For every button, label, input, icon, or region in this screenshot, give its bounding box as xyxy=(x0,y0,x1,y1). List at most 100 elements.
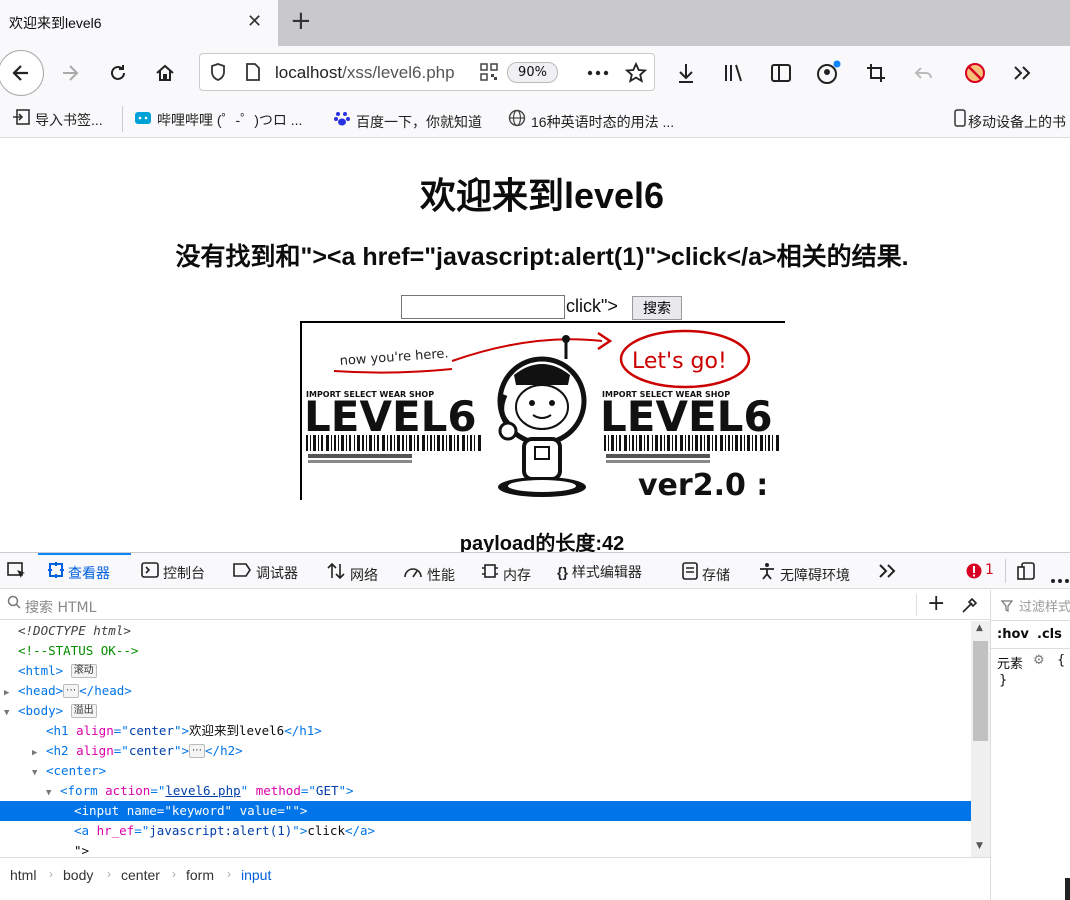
extension-icon[interactable] xyxy=(961,59,989,87)
accessibility-icon xyxy=(758,562,776,583)
markup-line[interactable]: ▼ <form action="level6.php" method="GET"> xyxy=(0,781,971,801)
tab-style-editor[interactable]: {} 样式编辑器 xyxy=(557,562,642,582)
add-node-icon[interactable]: + xyxy=(927,593,945,615)
devtools-panel: 查看器 控制台 调试器 网络 性能 内存 {} 样式编辑器 存储 无障碍环境 1… xyxy=(0,552,1070,900)
hov-toggle[interactable]: :hov xyxy=(997,627,1029,642)
tab-accessibility[interactable]: 无障碍环境 xyxy=(758,562,850,585)
filter-styles-input[interactable]: 过滤样式 xyxy=(1019,596,1070,615)
tab-storage[interactable]: 存储 xyxy=(682,562,730,585)
home-icon[interactable] xyxy=(151,59,179,87)
error-count[interactable]: 1 xyxy=(985,562,994,578)
breadcrumb-form[interactable]: form xyxy=(186,867,214,883)
back-icon[interactable] xyxy=(0,50,44,96)
dock-icon[interactable] xyxy=(1017,561,1037,585)
eyedropper-icon[interactable] xyxy=(961,596,979,618)
cls-toggle[interactable]: .cls xyxy=(1037,627,1062,642)
bookmark-bilibili[interactable]: 哔哩哔哩 (゜-゜)つロ ... xyxy=(134,109,302,130)
download-icon[interactable] xyxy=(672,59,700,87)
library-icon[interactable] xyxy=(720,59,748,87)
markup-view: <!DOCTYPE html> <!--STATUS OK--> <html> … xyxy=(0,621,971,857)
tab-inspector[interactable]: 查看器 xyxy=(48,562,110,583)
markup-line[interactable]: ▶ <head> ⋯ </head> xyxy=(0,681,971,701)
tab-label: 性能 xyxy=(427,567,455,583)
tab-memory[interactable]: 内存 xyxy=(481,562,531,585)
breadcrumb-center[interactable]: center xyxy=(121,867,160,883)
markup-line[interactable]: ▼ <body> 溢出 xyxy=(0,701,971,721)
tab-console[interactable]: 控制台 xyxy=(141,562,205,583)
account-icon[interactable] xyxy=(814,59,842,87)
markup-line[interactable]: ▼ <center> xyxy=(0,761,971,781)
markup-line[interactable]: "> xyxy=(0,841,971,857)
tab-debugger[interactable]: 调试器 xyxy=(232,562,298,583)
markup-line[interactable]: ▶ <h2 align="center"> ⋯ </h2> xyxy=(0,741,971,761)
breadcrumb-input[interactable]: input xyxy=(241,867,271,883)
markup-line[interactable]: <html> 滚动 xyxy=(0,661,971,681)
bookmark-import[interactable]: 导入书签... xyxy=(12,109,103,130)
resize-handle[interactable] xyxy=(1065,878,1070,900)
collapsed-badge: ⋯ xyxy=(63,684,80,698)
injected-link-text[interactable]: click"> xyxy=(566,296,618,317)
globe-icon xyxy=(508,109,526,130)
shield-icon[interactable] xyxy=(209,62,227,86)
keyword-input[interactable] xyxy=(401,295,565,319)
devtools-menu-icon[interactable] xyxy=(1050,569,1070,588)
markup-line[interactable]: <!--STATUS OK--> xyxy=(0,641,971,661)
scroll-down-icon[interactable]: ▼ xyxy=(976,841,983,851)
more-tools-chevron-icon[interactable] xyxy=(878,563,896,583)
qr-code-icon[interactable] xyxy=(480,63,498,85)
url-text[interactable]: localhost/xss/level6.php xyxy=(275,63,455,83)
bookmark-mobile[interactable]: 移动设备上的书 xyxy=(954,109,1066,132)
tab-close-icon[interactable]: ✕ xyxy=(247,11,262,32)
error-icon[interactable] xyxy=(966,563,982,583)
crop-screenshot-icon[interactable] xyxy=(862,59,890,87)
tab-label: 网络 xyxy=(350,567,378,583)
gear-icon[interactable]: ⚙ xyxy=(1033,653,1045,668)
overflow-badge[interactable]: 溢出 xyxy=(70,704,97,718)
scroll-up-icon[interactable]: ▲ xyxy=(976,623,983,633)
inspector-icon xyxy=(48,562,64,581)
page-actions-icon[interactable] xyxy=(584,59,612,87)
rule-brace-open: { xyxy=(1057,653,1066,668)
markup-line-selected[interactable]: <input name="keyword" value=""> xyxy=(0,801,971,821)
active-tab[interactable]: 欢迎来到level6 ✕ xyxy=(0,0,278,46)
reload-icon[interactable] xyxy=(104,59,132,87)
import-icon xyxy=(12,109,30,128)
search-button[interactable]: 搜索 xyxy=(632,296,682,320)
tab-label: 无障碍环境 xyxy=(780,567,850,583)
tab-strip: 欢迎来到level6 ✕ + xyxy=(0,0,1070,46)
zoom-level-badge[interactable]: 90% xyxy=(507,62,558,83)
bookmark-english-tenses[interactable]: 16种英语时态的用法 ... xyxy=(508,109,674,132)
element-picker-icon[interactable] xyxy=(7,562,27,584)
breadcrumb-html[interactable]: html xyxy=(10,867,36,883)
scroll-badge[interactable]: 滚动 xyxy=(70,664,97,678)
banner-version: ver2.0 : xyxy=(638,468,768,500)
markup-scrollbar[interactable]: ▲ ▼ xyxy=(971,621,990,857)
page-icon[interactable] xyxy=(245,62,261,86)
breadcrumb: html › body › center › form › input xyxy=(0,857,990,891)
page-content: 欢迎来到level6 没有找到和"><a href="javascript:al… xyxy=(0,139,1070,552)
bookmark-star-icon[interactable] xyxy=(622,59,650,87)
active-tab-indicator xyxy=(38,553,131,555)
tab-performance[interactable]: 性能 xyxy=(403,562,455,585)
markup-line[interactable]: <a hr_ef="javascript:alert(1)">click</a> xyxy=(0,821,971,841)
forward-icon[interactable] xyxy=(56,59,84,87)
tab-label: 调试器 xyxy=(256,565,298,581)
undo-icon[interactable] xyxy=(910,59,938,87)
rules-sidebar: 过滤样式 :hov .cls 元素 ⚙ { } xyxy=(990,590,1070,900)
robot-mascot xyxy=(497,335,587,497)
breadcrumb-body[interactable]: body xyxy=(63,867,93,883)
storage-icon xyxy=(682,562,698,583)
overflow-chevron-icon[interactable] xyxy=(1008,59,1036,87)
html-search-input[interactable]: 搜索 HTML xyxy=(25,597,96,617)
level-banner-image: now you're here. Let's go! IMPORT SELECT… xyxy=(300,321,785,500)
new-tab-icon[interactable]: + xyxy=(290,6,312,36)
bookmark-baidu[interactable]: 百度一下，你就知道 xyxy=(333,109,482,132)
sidebar-divider xyxy=(991,620,1070,621)
chevron-right-icon: › xyxy=(107,867,111,881)
scroll-thumb[interactable] xyxy=(973,641,988,741)
markup-line[interactable]: <h1 align="center">欢迎来到level6</h1> xyxy=(0,721,971,741)
tab-network[interactable]: 网络 xyxy=(326,562,378,585)
performance-icon xyxy=(403,562,423,583)
markup-line[interactable]: <!DOCTYPE html> xyxy=(0,621,971,641)
sidebar-icon[interactable] xyxy=(767,59,795,87)
